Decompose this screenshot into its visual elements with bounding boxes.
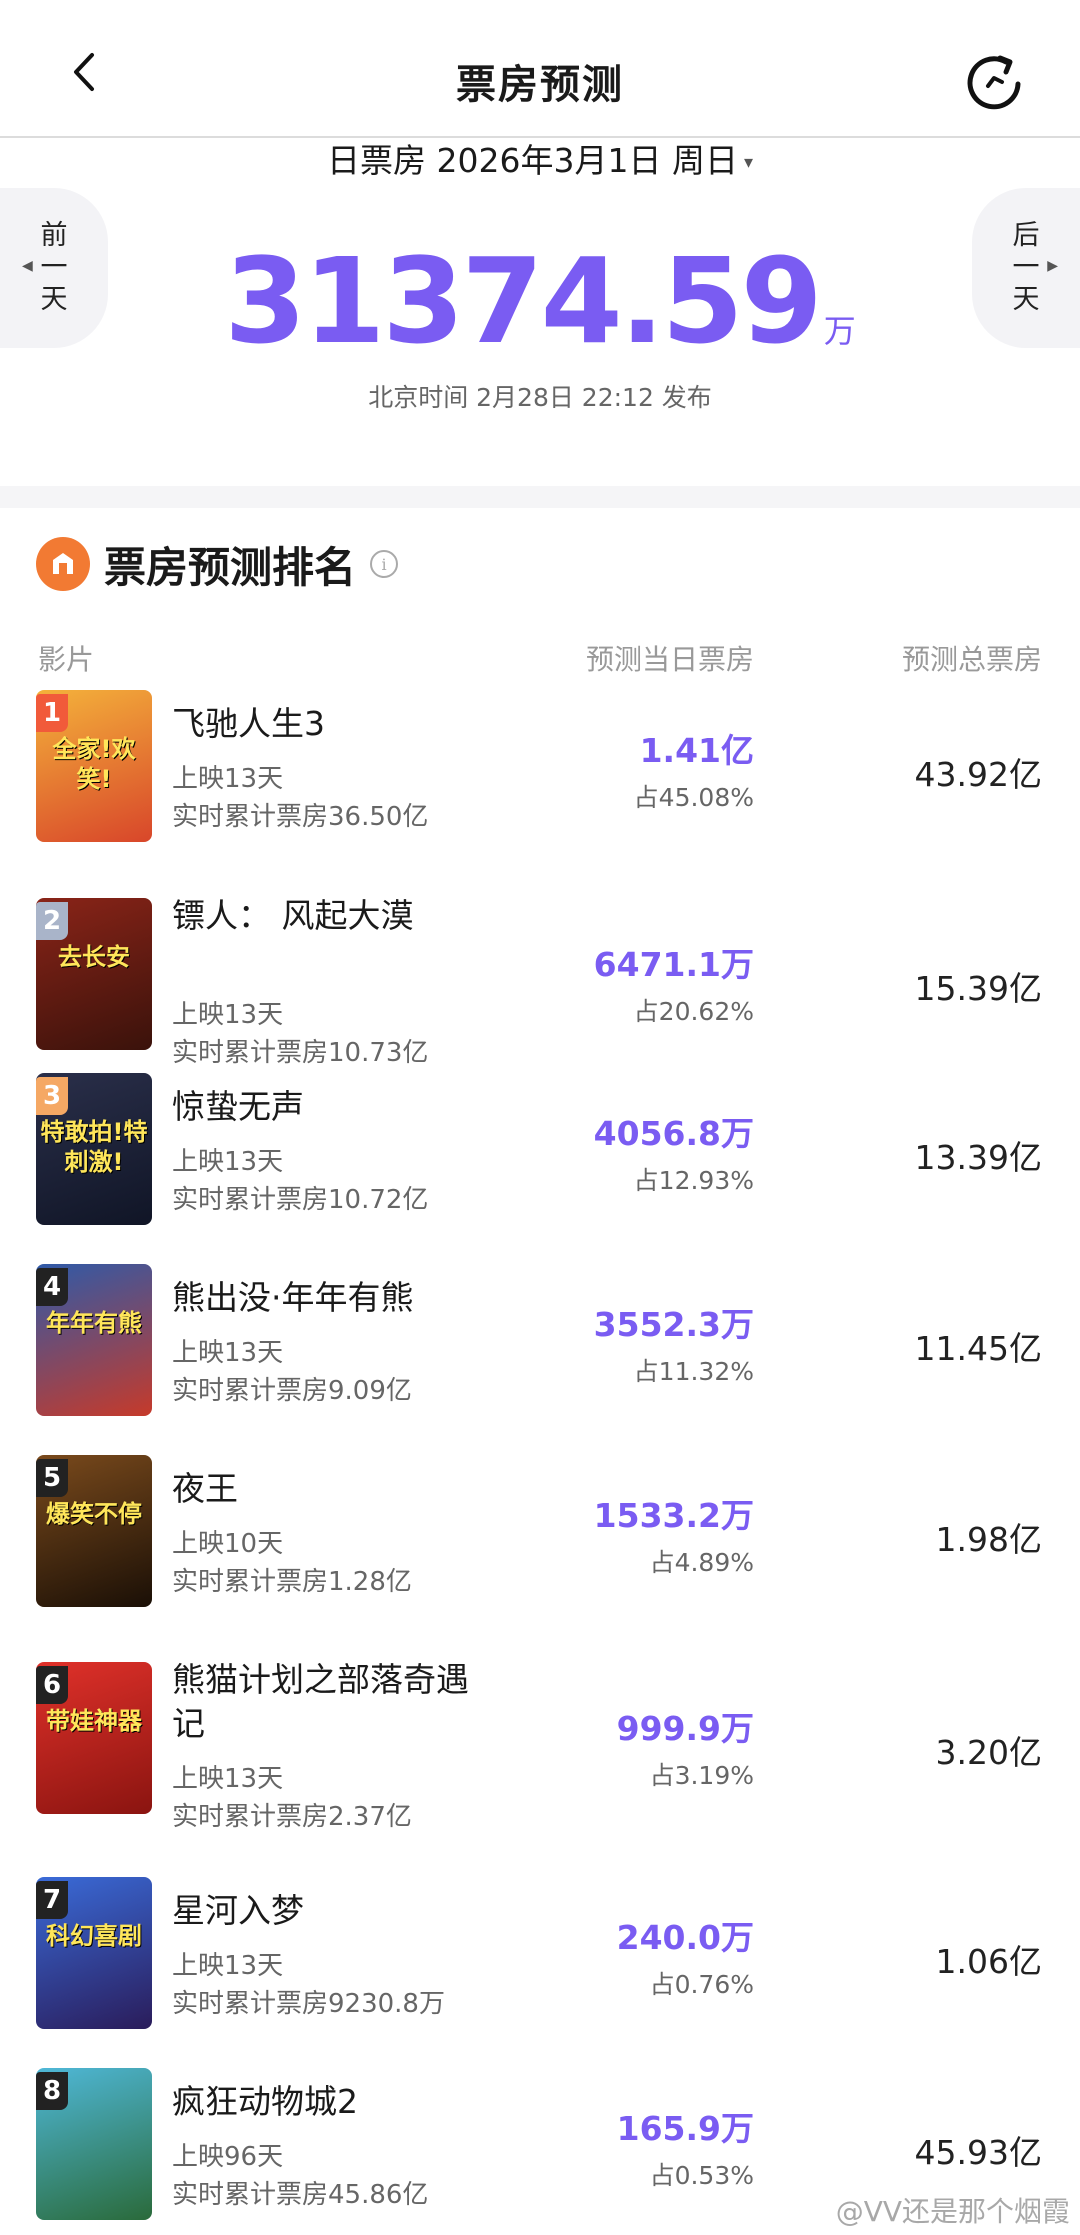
forecast-total-value: 1.06亿 xyxy=(935,1942,1042,1981)
forecast-day-value: 6471.1万 xyxy=(593,945,754,984)
ranking-row[interactable]: 年年有熊 4 熊出没·年年有熊 上映13天 实时累计票房9.09亿 3552.3… xyxy=(0,1264,1080,1454)
date-selector[interactable]: 日票房 2026年3月1日 周日 ▾ xyxy=(0,136,1080,186)
refresh-button[interactable] xyxy=(962,52,1026,116)
rank-badge: 6 xyxy=(36,1666,68,1704)
forecast-total-value: 45.93亿 xyxy=(914,2133,1042,2172)
film-cumulative-box-office: 实时累计票房45.86亿 xyxy=(172,2180,429,2210)
ranking-row[interactable]: 爆笑不停 5 夜王 上映10天 实时累计票房1.28亿 1533.2万 占4.8… xyxy=(0,1455,1080,1645)
total-value: 31374.59 xyxy=(224,232,823,370)
poster-text: 爆笑不停 xyxy=(46,1500,142,1528)
daily-total: 31374.59 万 xyxy=(0,232,1080,370)
poster-text: 全家!欢笑! xyxy=(52,735,136,793)
film-days-showing: 上映10天 xyxy=(172,1529,284,1559)
forecast-total-value: 43.92亿 xyxy=(914,755,1042,794)
forecast-day-value: 1.41亿 xyxy=(639,731,754,770)
page-title: 票房预测 xyxy=(456,62,624,108)
film-name[interactable]: 熊出没·年年有熊 xyxy=(172,1276,472,1320)
film-cumulative-box-office: 实时累计票房1.28亿 xyxy=(172,1567,412,1597)
film-cumulative-box-office: 实时累计票房9230.8万 xyxy=(172,1989,445,2019)
film-cumulative-box-office: 实时累计票房10.73亿 xyxy=(172,1038,429,1068)
ranking-header: 票房预测排名 i xyxy=(36,534,399,594)
top-bar: 票房预测 xyxy=(0,0,1080,138)
film-name[interactable]: 夜王 xyxy=(172,1467,472,1511)
forecast-day-value: 3552.3万 xyxy=(593,1305,754,1344)
film-days-showing: 上映13天 xyxy=(172,1147,284,1177)
forecast-day-value: 240.0万 xyxy=(616,1918,754,1957)
rank-badge: 5 xyxy=(36,1459,68,1497)
film-days-showing: 上映13天 xyxy=(172,1764,284,1794)
date-label: 日票房 2026年3月1日 周日 xyxy=(327,141,738,180)
forecast-day-share: 占0.53% xyxy=(649,2161,754,2190)
forecast-total-value: 15.39亿 xyxy=(914,969,1042,1008)
forecast-total-value: 1.98亿 xyxy=(935,1520,1042,1559)
forecast-day-share: 占20.62% xyxy=(633,997,754,1026)
ranking-logo-icon xyxy=(36,537,90,591)
rank-badge: 1 xyxy=(36,694,68,732)
rank-badge: 2 xyxy=(36,902,68,940)
forecast-total-value: 3.20亿 xyxy=(935,1733,1042,1772)
forecast-day-share: 占12.93% xyxy=(633,1166,754,1195)
film-days-showing: 上映96天 xyxy=(172,2142,284,2172)
forecast-day-value: 165.9万 xyxy=(616,2109,754,2148)
rank-badge: 7 xyxy=(36,1881,68,1919)
forecast-day-share: 占4.89% xyxy=(649,1548,754,1577)
poster-text: 科幻喜剧 xyxy=(46,1922,142,1950)
film-name[interactable]: 惊蛰无声 xyxy=(172,1085,472,1129)
film-cumulative-box-office: 实时累计票房36.50亿 xyxy=(172,802,429,832)
ranking-title: 票房预测排名 xyxy=(104,542,357,592)
film-name[interactable]: 疯狂动物城2 xyxy=(172,2080,472,2124)
rank-badge: 8 xyxy=(36,2072,68,2110)
ranking-row[interactable]: 去长安 2 镖人： 风起大漠 上映13天 实时累计票房10.73亿 6471.1… xyxy=(0,882,1080,1072)
film-days-showing: 上映13天 xyxy=(172,1951,284,1981)
film-name[interactable]: 飞驰人生3 xyxy=(172,702,472,746)
film-days-showing: 上映13天 xyxy=(172,764,284,794)
ranking-row[interactable]: 科幻喜剧 7 星河入梦 上映13天 实时累计票房9230.8万 240.0万 占… xyxy=(0,1877,1080,2067)
film-cumulative-box-office: 实时累计票房10.72亿 xyxy=(172,1185,429,1215)
ranking-row[interactable]: 全家!欢笑! 1 飞驰人生3 上映13天 实时累计票房36.50亿 1.41亿 … xyxy=(0,690,1080,880)
forecast-day-value: 1533.2万 xyxy=(593,1496,754,1535)
column-total-forecast[interactable]: 预测总票房 xyxy=(902,638,1042,678)
column-day-forecast[interactable]: 预测当日票房 xyxy=(586,638,754,678)
total-unit: 万 xyxy=(823,312,856,350)
film-name[interactable]: 熊猫计划之部落奇遇记 xyxy=(172,1658,472,1746)
poster-text: 年年有熊 xyxy=(46,1309,142,1337)
forecast-day-share: 占45.08% xyxy=(633,783,754,812)
forecast-day-share: 占11.32% xyxy=(633,1357,754,1386)
forecast-day-share: 占0.76% xyxy=(649,1970,754,1999)
rank-badge: 4 xyxy=(36,1268,68,1306)
film-name[interactable]: 镖人： 风起大漠 xyxy=(172,894,472,938)
poster-text: 带娃神器 xyxy=(46,1707,142,1735)
published-time: 北京时间 2月28日 22:12 发布 xyxy=(368,383,712,412)
caret-down-icon: ▾ xyxy=(743,151,753,173)
rank-badge: 3 xyxy=(36,1077,68,1115)
film-days-showing: 上映13天 xyxy=(172,1000,284,1030)
ranking-row[interactable]: 特敢拍!特刺激! 3 惊蛰无声 上映13天 实时累计票房10.72亿 4056.… xyxy=(0,1073,1080,1263)
column-film: 影片 xyxy=(38,643,95,676)
film-cumulative-box-office: 实时累计票房9.09亿 xyxy=(172,1376,412,1406)
ranking-row[interactable]: 带娃神器 6 熊猫计划之部落奇遇记 上映13天 实时累计票房2.37亿 999.… xyxy=(0,1646,1080,1836)
watermark: @VV还是那个烟霞 xyxy=(835,2195,1070,2228)
forecast-day-value: 999.9万 xyxy=(616,1709,754,1748)
poster-text: 特敢拍!特刺激! xyxy=(40,1118,148,1176)
forecast-day-value: 4056.8万 xyxy=(593,1114,754,1153)
forecast-day-share: 占3.19% xyxy=(649,1761,754,1790)
film-name[interactable]: 星河入梦 xyxy=(172,1889,472,1933)
section-divider xyxy=(0,486,1080,508)
forecast-total-value: 13.39亿 xyxy=(914,1138,1042,1177)
poster-text: 去长安 xyxy=(58,943,130,971)
refresh-icon xyxy=(967,55,1021,110)
info-icon[interactable]: i xyxy=(370,550,399,578)
film-cumulative-box-office: 实时累计票房2.37亿 xyxy=(172,1802,412,1832)
forecast-total-value: 11.45亿 xyxy=(914,1329,1042,1368)
film-days-showing: 上映13天 xyxy=(172,1338,284,1368)
page: 票房预测 日票房 2026年3月1日 周日 ▾ ◀ 前一天 后一天 ▶ 31374… xyxy=(0,0,1080,2235)
